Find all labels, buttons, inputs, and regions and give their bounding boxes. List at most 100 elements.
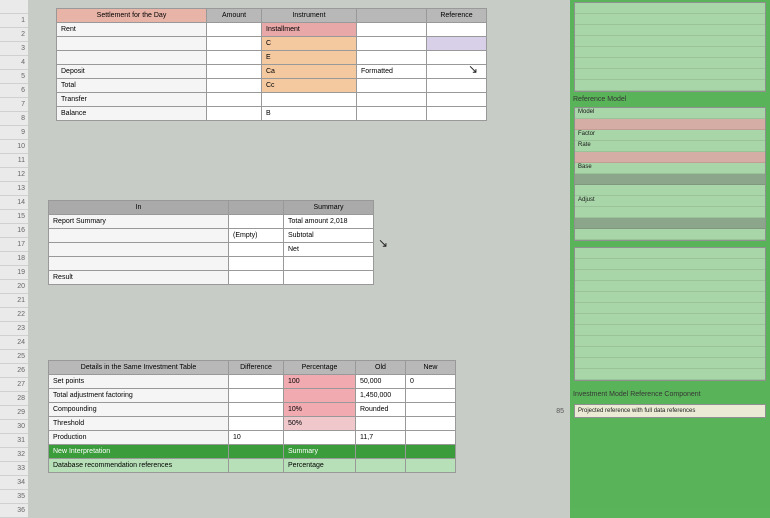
cell[interactable] [406, 459, 456, 473]
cell[interactable] [406, 417, 456, 431]
cell[interactable]: 11,7 [356, 431, 406, 445]
cell[interactable] [357, 107, 427, 121]
row-header[interactable]: 14 [0, 196, 28, 210]
cell[interactable]: Total adjustment factoring [49, 389, 229, 403]
side-row[interactable]: Adjust [575, 196, 765, 207]
cell[interactable] [356, 445, 406, 459]
cell[interactable] [207, 79, 262, 93]
cell[interactable] [284, 431, 356, 445]
row-header[interactable]: 18 [0, 252, 28, 266]
cell[interactable]: Summary [284, 445, 356, 459]
cell[interactable] [262, 93, 357, 107]
cell[interactable]: Percentage [284, 459, 356, 473]
cell[interactable] [57, 51, 207, 65]
cell[interactable] [427, 93, 487, 107]
cell[interactable] [357, 93, 427, 107]
table-investment[interactable]: Details in the Same Investment Table Dif… [48, 360, 456, 473]
row-header[interactable]: 8 [0, 112, 28, 126]
row-header[interactable]: 5 [0, 70, 28, 84]
cell[interactable] [427, 79, 487, 93]
row-header[interactable]: 35 [0, 490, 28, 504]
cell[interactable]: Threshold [49, 417, 229, 431]
side-block-3[interactable] [574, 247, 766, 381]
cell[interactable]: 50,000 [356, 375, 406, 389]
cell[interactable]: Database recommendation references [49, 459, 229, 473]
side-row[interactable] [575, 25, 765, 36]
side-row[interactable] [575, 80, 765, 91]
cell[interactable] [356, 459, 406, 473]
side-block-2[interactable]: ModelFactorRateBaseAdjust [574, 107, 766, 241]
side-row[interactable] [575, 119, 765, 130]
cell[interactable]: Production [49, 431, 229, 445]
cell[interactable] [357, 23, 427, 37]
side-row[interactable] [575, 314, 765, 325]
cell[interactable] [427, 23, 487, 37]
side-row[interactable] [575, 207, 765, 218]
row-header[interactable]: 10 [0, 140, 28, 154]
cell[interactable]: New Interpretation [49, 445, 229, 459]
cell[interactable]: 1,450,000 [356, 389, 406, 403]
cell[interactable]: 0 [406, 375, 456, 389]
cell[interactable] [229, 215, 284, 229]
cell[interactable] [427, 107, 487, 121]
cell[interactable] [284, 257, 374, 271]
side-row[interactable] [575, 336, 765, 347]
cell[interactable] [57, 37, 207, 51]
cell[interactable] [229, 257, 284, 271]
cell[interactable]: 100 [284, 375, 356, 389]
side-row[interactable] [575, 185, 765, 196]
cell[interactable] [229, 417, 284, 431]
cell[interactable] [229, 403, 284, 417]
cell[interactable] [229, 375, 284, 389]
side-row[interactable] [575, 369, 765, 380]
side-row[interactable] [575, 325, 765, 336]
row-header[interactable] [0, 0, 28, 14]
cell[interactable]: Net [284, 243, 374, 257]
cell[interactable]: Rounded [356, 403, 406, 417]
cell[interactable]: E [262, 51, 357, 65]
row-header[interactable]: 19 [0, 266, 28, 280]
row-header[interactable]: 20 [0, 280, 28, 294]
cell[interactable]: Report Summary [49, 215, 229, 229]
cell[interactable] [229, 271, 284, 285]
row-header[interactable]: 1 [0, 14, 28, 28]
side-row[interactable] [575, 58, 765, 69]
cell[interactable] [229, 445, 284, 459]
cell[interactable]: Total [57, 79, 207, 93]
side-row[interactable]: Model [575, 108, 765, 119]
side-block-1[interactable] [574, 2, 766, 92]
cell[interactable] [357, 37, 427, 51]
row-header[interactable]: 36 [0, 504, 28, 518]
table-settlement[interactable]: Settlement for the Day Amount Instrument… [56, 8, 487, 121]
row-header[interactable]: 4 [0, 56, 28, 70]
row-header[interactable]: 9 [0, 126, 28, 140]
cell[interactable]: (Empty) [229, 229, 284, 243]
cell[interactable] [406, 389, 456, 403]
side-row[interactable] [575, 218, 765, 229]
side-row[interactable] [575, 14, 765, 25]
side-row[interactable] [575, 259, 765, 270]
cell[interactable] [356, 417, 406, 431]
cell[interactable] [207, 65, 262, 79]
row-header[interactable]: 13 [0, 182, 28, 196]
cell[interactable]: Total amount 2,018 [284, 215, 374, 229]
cell[interactable] [357, 79, 427, 93]
side-row[interactable] [575, 303, 765, 314]
side-row[interactable]: Base [575, 163, 765, 174]
cell[interactable] [427, 37, 487, 51]
row-header[interactable]: 6 [0, 84, 28, 98]
row-header[interactable]: 16 [0, 224, 28, 238]
row-header[interactable]: 32 [0, 448, 28, 462]
cell[interactable] [284, 389, 356, 403]
row-header[interactable]: 30 [0, 420, 28, 434]
cell[interactable]: Installment [262, 23, 357, 37]
cell[interactable]: Result [49, 271, 229, 285]
cell[interactable] [229, 243, 284, 257]
table-summary[interactable]: In Summary Report SummaryTotal amount 2,… [48, 200, 374, 285]
cell[interactable]: Set points [49, 375, 229, 389]
row-header[interactable]: 15 [0, 210, 28, 224]
row-header[interactable]: 27 [0, 378, 28, 392]
cell[interactable] [207, 93, 262, 107]
cell[interactable]: Transfer [57, 93, 207, 107]
row-header[interactable]: 25 [0, 350, 28, 364]
